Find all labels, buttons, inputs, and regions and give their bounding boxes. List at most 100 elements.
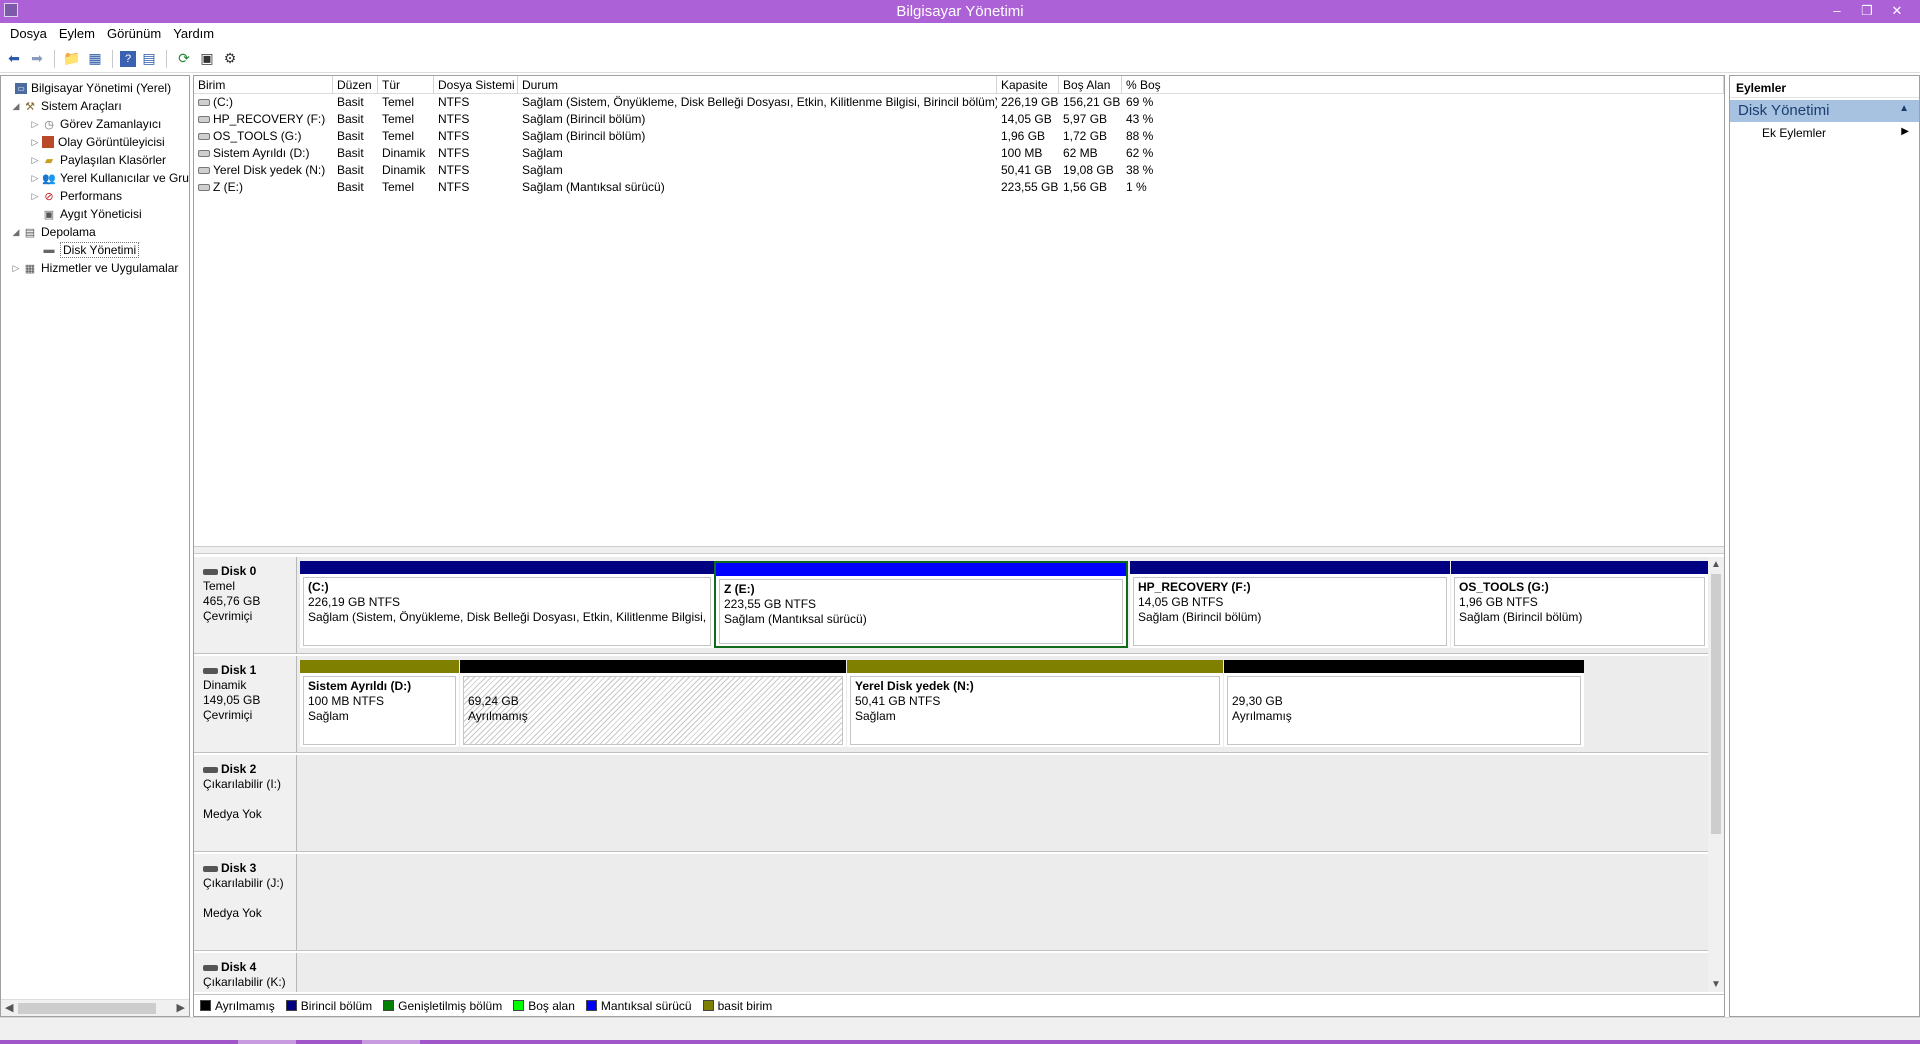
collapse-icon[interactable]: ▲ [1899,103,1909,114]
properties-icon[interactable]: ▣ [197,49,217,69]
table-row[interactable]: Sistem Ayrıldı (D:) Basit Dinamik NTFS S… [194,145,1724,162]
type-cell: Temel [382,95,415,109]
scroll-down-icon[interactable]: ▼ [1711,979,1721,990]
disk-row-4[interactable]: Disk 4 Çıkarılabilir (K:) [194,953,1708,992]
actions-section-disk-management[interactable]: Disk Yönetimi ▲ [1730,100,1919,122]
partition-f[interactable]: HP_RECOVERY (F:) 14,05 GB NTFS Sağlam (B… [1130,561,1450,648]
up-icon[interactable]: 📁 [62,49,82,69]
tree-arrow[interactable]: ▷ [30,155,40,166]
pane-splitter[interactable] [194,546,1724,554]
tree-node-label: Yerel Kullanıcılar ve Gru [60,171,189,185]
menu-eylem[interactable]: Eylem [53,23,101,45]
menu-gorunum[interactable]: Görünüm [101,23,167,45]
disk-view-vertical-scrollbar[interactable]: ▲ ▼ [1708,557,1724,992]
tree-node-services-applications[interactable]: ▷ ▦ Hizmetler ve Uygulamalar [11,259,179,277]
close-button[interactable]: ✕ [1882,1,1912,21]
minimize-button[interactable]: – [1822,1,1852,21]
help-icon[interactable]: ? [120,50,136,67]
tree-node-task-scheduler[interactable]: ▷ ◷ Görev Zamanlayıcı [30,115,162,133]
tree-node-event-viewer[interactable]: ▷ Olay Görüntüleyicisi [30,133,165,151]
disk-row-2[interactable]: Disk 2 Çıkarılabilir (I:) Medya Yok [194,755,1708,852]
type-cell: Dinamik [382,163,426,177]
scroll-up-icon[interactable]: ▲ [1711,559,1721,570]
tree-node-system-tools[interactable]: ◢ ⚒ Sistem Araçları [11,97,122,115]
tree-arrow[interactable]: ▷ [30,173,40,184]
taskbar-item[interactable] [238,1040,296,1044]
percent-free-cell: 1 % [1126,180,1147,194]
column-header-file-system[interactable]: Dosya Sistemi [434,76,518,94]
back-icon[interactable]: ⬅ [4,49,24,69]
menu-yardim[interactable]: Yardım [167,23,220,45]
scroll-right-icon[interactable]: ▶ [177,1001,185,1014]
show-hide-tree-icon[interactable]: ▦ [85,49,105,69]
tree-node-shared-folders[interactable]: ▷ ▰ Paylaşılan Klasörler [30,151,167,169]
refresh-icon[interactable]: ⟳ [174,49,194,69]
partition-e[interactable]: Z (E:) 223,55 GB NTFS Sağlam (Mantıksal … [714,561,1128,648]
partition-bar [716,563,1126,576]
table-row[interactable]: Z (E:) Basit Temel NTFS Sağlam (Mantıksa… [194,179,1724,196]
partition-d[interactable]: Sistem Ayrıldı (D:) 100 MB NTFS Sağlam [300,660,459,747]
disk-row-1[interactable]: Disk 1 Dinamik 149,05 GB Çevrimiçi Siste… [194,656,1708,753]
layout-cell: Basit [337,146,364,160]
column-header-status[interactable]: Durum [518,76,997,94]
actions-section-label: Disk Yönetimi [1738,102,1830,119]
partition-bar [1224,660,1584,673]
disk-type: Çıkarılabilir (I:) [203,777,282,791]
tree-arrow[interactable]: ▷ [11,263,21,274]
tree-arrow[interactable]: ▷ [30,119,40,130]
scrollbar-thumb[interactable] [1711,574,1721,834]
settings-icon[interactable]: ⚙ [220,49,240,69]
scrollbar-thumb[interactable] [18,1003,156,1014]
column-header-capacity[interactable]: Kapasite [997,76,1059,94]
partition-g[interactable]: OS_TOOLS (G:) 1,96 GB NTFS Sağlam (Birin… [1451,561,1708,648]
disk-management-pane: Birim Düzen Tür Dosya Sistemi Durum Kapa… [193,75,1725,1017]
action-more-actions[interactable]: Ek Eylemler ▶ [1730,122,1919,142]
show-hide-action-icon[interactable]: ▤ [139,49,159,69]
tree-arrow[interactable]: ◢ [11,227,21,238]
tree-node-computer-management[interactable]: ▭ Bilgisayar Yönetimi (Yerel) [3,79,171,97]
partition-title: OS_TOOLS (G:) [1459,580,1549,594]
table-row[interactable]: (C:) Basit Temel NTFS Sağlam (Sistem, Ön… [194,94,1724,111]
column-header-type[interactable]: Tür [378,76,434,94]
disk-row-0[interactable]: Disk 0 Temel 465,76 GB Çevrimiçi (C:) 22… [194,557,1708,654]
volume-list-header: Birim Düzen Tür Dosya Sistemi Durum Kapa… [194,76,1724,94]
tree-node-storage[interactable]: ◢ ▤ Depolama [11,223,96,241]
disk-info[interactable]: Disk 4 Çıkarılabilir (K:) [194,953,297,992]
tree-node-local-users[interactable]: ▷ 👥 Yerel Kullanıcılar ve Gru [30,169,189,187]
disk-icon [203,766,218,773]
layout-cell: Basit [337,95,364,109]
menu-dosya[interactable]: Dosya [4,23,53,45]
table-row[interactable]: Yerel Disk yedek (N:) Basit Dinamik NTFS… [194,162,1724,179]
partition-c[interactable]: (C:) 226,19 GB NTFS Sağlam (Sistem, Önyü… [300,561,714,648]
partition-n[interactable]: Yerel Disk yedek (N:) 50,41 GB NTFS Sağl… [847,660,1223,747]
table-row[interactable]: OS_TOOLS (G:) Basit Temel NTFS Sağlam (B… [194,128,1724,145]
partition-status: Ayrılmamış [1232,709,1292,723]
layout-cell: Basit [337,112,364,126]
column-header-percent-free[interactable]: % Boş [1122,76,1724,94]
tree-node-disk-management[interactable]: ▬ Disk Yönetimi [30,241,140,259]
disk-info[interactable]: Disk 0 Temel 465,76 GB Çevrimiçi [194,557,297,653]
forward-icon[interactable]: ➡ [27,49,47,69]
unallocated-space[interactable]: 29,30 GB Ayrılmamış [1224,660,1584,747]
column-header-free-space[interactable]: Boş Alan [1059,76,1122,94]
tree-arrow[interactable]: ▷ [30,191,40,202]
disk-info[interactable]: Disk 2 Çıkarılabilir (I:) Medya Yok [194,755,297,851]
disk-info[interactable]: Disk 3 Çıkarılabilir (J:) Medya Yok [194,854,297,950]
taskbar-item[interactable] [362,1040,420,1044]
table-row[interactable]: HP_RECOVERY (F:) Basit Temel NTFS Sağlam… [194,111,1724,128]
column-header-volume[interactable]: Birim [194,76,333,94]
tree-node-performance[interactable]: ▷ ⊘ Performans [30,187,123,205]
restore-button[interactable]: ❐ [1852,1,1882,21]
disk-status: Çevrimiçi [203,708,253,722]
scroll-left-icon[interactable]: ◀ [5,1001,13,1014]
disk-row-3[interactable]: Disk 3 Çıkarılabilir (J:) Medya Yok [194,854,1708,951]
disk-info[interactable]: Disk 1 Dinamik 149,05 GB Çevrimiçi [194,656,297,752]
partition-title: Sistem Ayrıldı (D:) [308,679,412,693]
tree-horizontal-scrollbar[interactable]: ◀ ▶ [1,999,189,1016]
unallocated-space[interactable]: 69,24 GB Ayrılmamış [460,660,846,747]
actions-pane: Eylemler Disk Yönetimi ▲ Ek Eylemler ▶ [1729,75,1920,1017]
tree-arrow[interactable]: ◢ [11,101,21,112]
column-header-layout[interactable]: Düzen [333,76,378,94]
tree-node-device-manager[interactable]: ▣ Aygıt Yöneticisi [30,205,142,223]
tree-arrow[interactable]: ▷ [30,137,40,148]
